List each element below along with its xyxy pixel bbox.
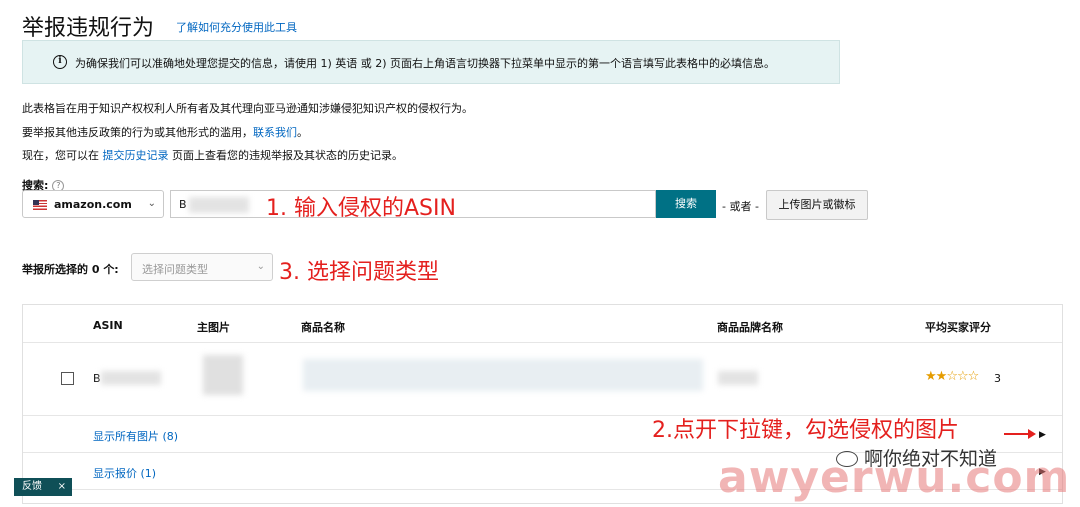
show-offers-link[interactable]: 显示报价 (1): [93, 465, 156, 481]
upload-image-button[interactable]: 上传图片或徽标: [766, 190, 868, 220]
info-icon: i: [53, 55, 67, 69]
redacted-brand: [718, 371, 758, 385]
column-header-brand: 商品品牌名称: [717, 321, 783, 334]
expand-arrow-icon[interactable]: ▶: [1039, 430, 1046, 440]
column-header-asin: ASIN: [93, 319, 123, 332]
chevron-down-icon: ⌄: [147, 198, 156, 209]
rating-count: 3: [994, 372, 1001, 385]
redacted-asin: [189, 197, 249, 213]
annotation-step-3: 3. 选择问题类型: [279, 260, 439, 285]
star-filled-icon: ★: [935, 369, 948, 384]
column-header-main-image: 主图片: [197, 321, 230, 334]
page-title: 举报违规行为: [22, 16, 155, 41]
divider: [23, 342, 1062, 343]
star-filled-icon: ★: [925, 369, 937, 384]
star-empty-icon: ☆: [956, 369, 969, 384]
selected-count-label: 举报所选择的 0 个:: [22, 263, 119, 276]
marketplace-value: amazon.com: [54, 198, 132, 211]
issue-type-select[interactable]: 选择问题类型 ⌄: [131, 253, 273, 281]
redacted-product-name: [303, 359, 703, 391]
search-button[interactable]: 搜索: [656, 190, 716, 218]
or-separator: - 或者 -: [722, 200, 759, 213]
feedback-tab[interactable]: 反馈 ×: [14, 478, 72, 496]
annotation-step-1: 1. 输入侵权的ASIN: [266, 196, 456, 221]
search-input-value: B: [179, 198, 187, 211]
wechat-icon: [836, 451, 858, 467]
rating-stars: ★★☆☆☆: [925, 369, 980, 384]
column-header-rating: 平均买家评分: [925, 321, 991, 334]
marketplace-select[interactable]: amazon.com ⌄: [22, 190, 164, 218]
show-all-images-link[interactable]: 显示所有图片 (8): [93, 428, 178, 444]
submission-history-link[interactable]: 提交历史记录: [103, 149, 169, 162]
row-checkbox[interactable]: [61, 372, 74, 385]
close-icon[interactable]: ×: [58, 478, 66, 496]
row-asin: B: [93, 372, 101, 385]
report-violation-page: 举报违规行为 了解如何充分使用此工具 i 为确保我们可以准确地处理您提交的信息，…: [0, 0, 1080, 507]
info-banner-text: 为确保我们可以准确地处理您提交的信息，请使用 1) 英语 或 2) 页面右上角语…: [75, 57, 776, 70]
column-header-product-name: 商品名称: [301, 321, 345, 334]
description-line-1: 此表格旨在用于知识产权权利人所有者及其代理向亚马逊通知涉嫌侵犯知识产权的侵权行为…: [22, 102, 473, 115]
description-line-3: 现在，您可以在 提交历史记录 页面上查看您的违规举报及其状态的历史记录。: [22, 149, 403, 162]
annotation-arrow: [1004, 429, 1036, 439]
star-empty-icon: ☆: [967, 369, 980, 384]
star-empty-icon: ☆: [946, 369, 958, 384]
description-line-2: 要举报其他违反政策的行为或其他形式的滥用，联系我们。: [22, 126, 308, 139]
annotation-step-2: 2.点开下拉键，勾选侵权的图片: [652, 418, 959, 443]
info-banner: i 为确保我们可以准确地处理您提交的信息，请使用 1) 英语 或 2) 页面右上…: [22, 40, 840, 84]
chevron-down-icon: ⌄: [256, 261, 265, 272]
help-link[interactable]: 了解如何充分使用此工具: [176, 19, 297, 35]
product-thumbnail[interactable]: [203, 355, 243, 395]
issue-type-placeholder: 选择问题类型: [142, 263, 208, 276]
watermark-account: 啊你绝对不知道: [836, 444, 997, 471]
contact-us-link[interactable]: 联系我们: [253, 126, 297, 139]
us-flag-icon: [33, 200, 47, 210]
redacted-asin: [101, 371, 161, 385]
